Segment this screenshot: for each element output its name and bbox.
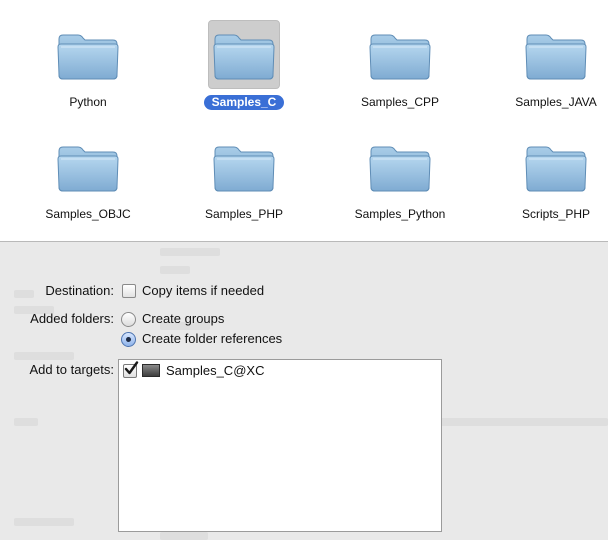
- create-folder-references-option[interactable]: Create folder references: [121, 331, 282, 347]
- folder-label: Samples_CPP: [360, 95, 440, 109]
- folder-icon: [520, 20, 592, 89]
- ghost-text-block: [440, 418, 608, 426]
- checkmark-icon: [124, 360, 139, 374]
- folder-label: Samples_C: [203, 95, 285, 110]
- create-folder-references-radio[interactable]: [121, 331, 136, 347]
- create-groups-label: Create groups: [142, 311, 225, 326]
- create-groups-radio[interactable]: [121, 311, 136, 327]
- folder-icon: [208, 132, 280, 201]
- ghost-text-block: [14, 418, 38, 426]
- folder-label: Samples_OBJC: [45, 207, 131, 221]
- folder-icon: [364, 20, 436, 89]
- folder-item[interactable]: Samples_OBJC: [18, 112, 158, 222]
- targets-list[interactable]: Samples_C@XC: [118, 359, 442, 532]
- ghost-text-block: [14, 518, 74, 526]
- target-row[interactable]: Samples_C@XC: [123, 360, 265, 378]
- target-checkbox[interactable]: [123, 360, 139, 378]
- folder-browser: Python Samples_C Samples_CPP Samples_JAV…: [0, 0, 608, 242]
- folder-item[interactable]: Samples_CPP: [330, 0, 470, 110]
- folder-item[interactable]: Samples_JAVA: [486, 0, 608, 110]
- copy-items-option[interactable]: Copy items if needed: [122, 283, 264, 299]
- folder-label: Samples_JAVA: [515, 95, 597, 109]
- create-groups-option[interactable]: Create groups: [121, 311, 224, 327]
- folder-icon: [208, 20, 280, 89]
- folder-icon: [520, 132, 592, 201]
- target-app-icon: [142, 364, 160, 377]
- ghost-text-block: [160, 532, 208, 540]
- folder-label: Samples_Python: [354, 207, 446, 221]
- folder-icon: [52, 132, 124, 201]
- ghost-text-block: [160, 266, 190, 274]
- copy-items-checkbox[interactable]: [122, 284, 136, 298]
- create-folder-references-label: Create folder references: [142, 331, 283, 346]
- target-name: Samples_C@XC: [166, 363, 265, 378]
- folder-item[interactable]: Samples_PHP: [174, 112, 314, 222]
- ghost-text-block: [14, 352, 74, 360]
- copy-items-label: Copy items if needed: [142, 283, 265, 298]
- added-folders-label: Added folders:: [30, 311, 114, 326]
- folder-label: Python: [69, 95, 107, 109]
- destination-label: Destination:: [45, 283, 114, 298]
- folder-icon: [364, 132, 436, 201]
- folder-icon: [52, 20, 124, 89]
- folder-label: Scripts_PHP: [521, 207, 591, 221]
- folder-item[interactable]: Python: [18, 0, 158, 110]
- folder-item[interactable]: Scripts_PHP: [486, 112, 608, 222]
- folder-label: Samples_PHP: [204, 207, 284, 221]
- folder-item[interactable]: Samples_Python: [330, 112, 470, 222]
- folder-item[interactable]: Samples_C: [174, 0, 314, 110]
- ghost-text-block: [160, 248, 220, 256]
- add-to-targets-label: Add to targets:: [29, 362, 114, 377]
